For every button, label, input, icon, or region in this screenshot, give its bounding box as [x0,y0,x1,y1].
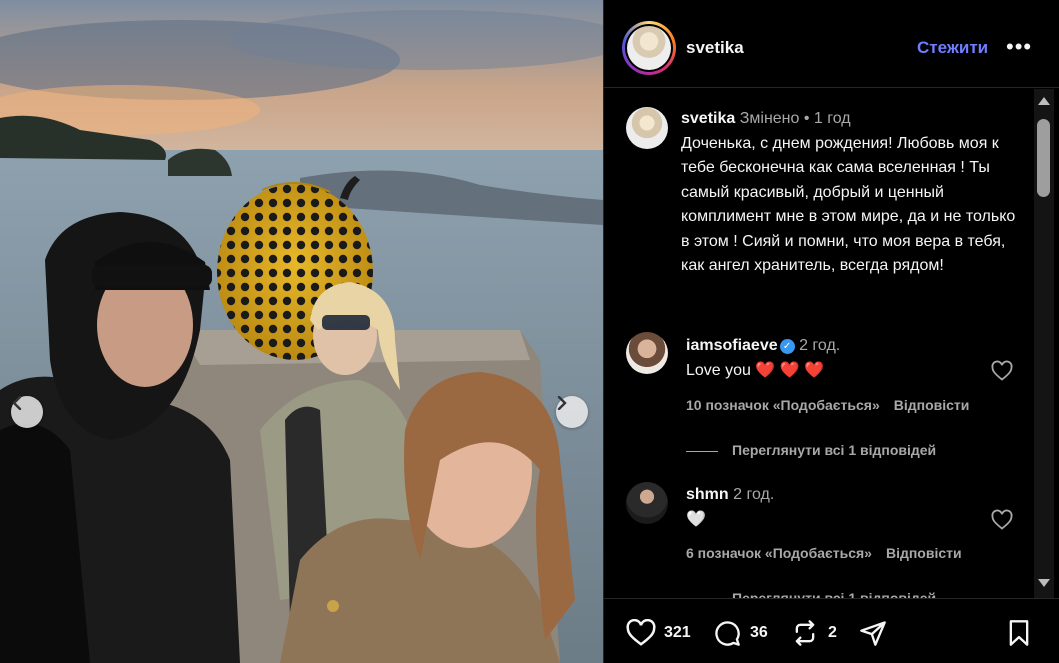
comments-scrollbar[interactable] [1034,89,1054,598]
send-paper-plane-icon [860,621,886,646]
caption-time[interactable]: 1 год [814,110,851,127]
post-header: svetika Стежити ••• [604,8,1059,88]
previous-photo-button[interactable] [11,396,43,428]
author-username[interactable]: svetika [686,38,744,58]
caption-text: Доченька, с днем рождения! Любовь моя к … [681,134,1016,275]
comment-time: 2 год. [799,337,841,354]
scroll-up-arrow-icon[interactable] [1038,97,1050,105]
comment-text: 🤍 [686,511,706,528]
comments-section[interactable]: svetika Змінено • 1 год Доченька, с днем… [604,89,1059,598]
post-side-panel: svetika Стежити ••• svetika Змінено • 1 … [603,0,1059,663]
more-options-icon[interactable]: ••• [1006,34,1032,60]
view-replies-label: Переглянути всі 1 відповідей [732,442,937,458]
verified-badge-icon: ✓ [779,339,795,354]
caption-edited: Змінено [739,110,800,127]
post-actions-bar: 321 36 2 [604,598,1059,663]
comments-count: 36 [750,624,768,641]
reposts-count: 2 [828,624,837,641]
view-replies-button[interactable]: Переглянути всі 1 відповідей [686,590,936,598]
chevron-left-icon [12,396,22,410]
post-photo[interactable] [0,0,603,663]
scrollbar-thumb[interactable] [1037,119,1050,197]
view-replies-label: Переглянути всі 1 відповідей [732,590,937,598]
author-avatar[interactable] [622,21,676,75]
heart-icon [626,619,656,646]
photo-illustration [0,0,603,663]
comment-text: Love you ❤️ ❤️ ❤️ [686,362,825,379]
follow-button[interactable]: Стежити [917,38,988,58]
comment-time: 2 год. [733,486,775,503]
comment-meta: 10 позначок «Подобається» Відповісти [686,397,983,413]
reply-button[interactable]: Відповісти [894,397,970,413]
caption-username[interactable]: svetika [681,110,735,127]
comment-avatar[interactable] [626,482,668,524]
repost-button[interactable]: 2 [790,619,837,647]
comment-like-heart-icon[interactable] [990,508,1014,532]
repost-icon [795,620,815,646]
comment-like-heart-icon[interactable] [990,359,1014,383]
post-caption: svetika Змінено • 1 год Доченька, с днем… [681,107,1026,279]
comment-likes-count[interactable]: 6 позначок «Подобається» [686,545,872,561]
caption-separator: • [803,110,810,127]
comment-avatar[interactable] [626,332,668,374]
like-button[interactable]: 321 [626,619,691,647]
save-button[interactable] [1005,619,1033,652]
comment-username[interactable]: shmn 2 год. [686,486,774,504]
comment-meta: 6 позначок «Подобається» Відповісти [686,545,976,561]
comment-button[interactable]: 36 [712,619,768,647]
replies-divider [686,450,718,452]
comment-likes-count[interactable]: 10 позначок «Подобається» [686,397,880,413]
comment-bubble-icon [715,621,740,646]
likes-count[interactable]: 321 [664,624,691,642]
reply-button[interactable]: Відповісти [886,545,962,561]
scroll-down-arrow-icon[interactable] [1038,579,1050,587]
comment-username[interactable]: iamsofiaeve ✓ 2 год. [686,337,840,355]
bookmark-icon [1009,620,1029,646]
next-photo-button[interactable] [556,396,588,428]
caption-avatar[interactable] [626,107,668,149]
share-button[interactable] [858,619,888,647]
view-replies-button[interactable]: Переглянути всі 1 відповідей [686,442,936,458]
chevron-right-icon [557,396,567,410]
